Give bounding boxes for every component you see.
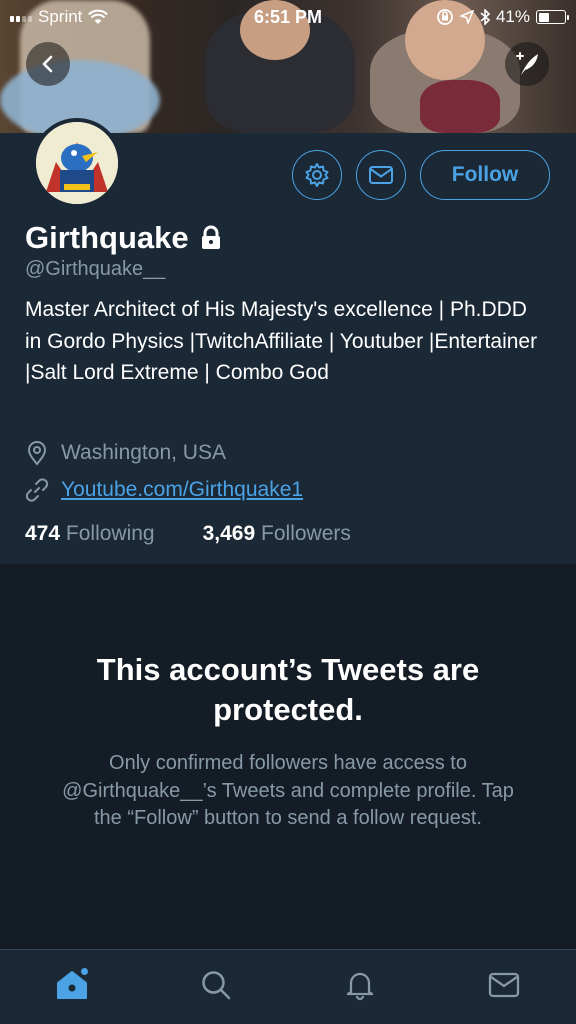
link-icon <box>25 478 49 502</box>
protected-title: This account’s Tweets are protected. <box>96 652 480 727</box>
followers-count: 3,469 <box>202 522 256 545</box>
website-row: Youtube.com/Girthquake1 <box>25 478 303 502</box>
battery-percent: 41% <box>495 7 530 26</box>
status-bar: Sprint 6:51 PM 41% <box>0 0 576 34</box>
followers-label: Followers <box>261 522 351 545</box>
direct-message-button[interactable] <box>356 150 406 200</box>
orientation-lock-icon <box>437 9 453 25</box>
avatar-image <box>36 122 118 204</box>
mail-icon <box>488 972 520 998</box>
bluetooth-icon <box>480 9 490 25</box>
following-count-link[interactable]: 474 Following <box>25 522 155 546</box>
profile-actions: Follow <box>292 150 550 200</box>
profile-header-banner: Sprint 6:51 PM 41% <box>0 0 576 133</box>
bell-icon <box>346 972 374 1001</box>
tab-notifications[interactable] <box>330 955 390 1015</box>
protected-body: Only confirmed followers have access to … <box>62 752 514 829</box>
back-arrow-icon <box>42 55 53 73</box>
following-label: Following <box>65 522 155 545</box>
lock-icon <box>201 225 220 249</box>
home-notification-dot <box>81 968 88 975</box>
following-count: 474 <box>25 522 61 545</box>
protected-tweets-notice: This account’s Tweets are protected. Onl… <box>0 564 576 949</box>
follow-button[interactable]: Follow <box>420 150 550 200</box>
tab-home[interactable] <box>42 955 102 1015</box>
user-handle: @Girthquake__ <box>25 258 166 280</box>
battery-icon <box>536 10 569 24</box>
back-button[interactable] <box>26 42 70 86</box>
avatar[interactable] <box>32 118 122 208</box>
signal-strength-icon <box>10 12 32 22</box>
carrier-label: Sprint <box>38 7 83 26</box>
envelope-icon <box>369 166 393 184</box>
location-text: Washington, USA <box>61 441 226 464</box>
search-icon <box>202 971 231 1000</box>
compose-tweet-button[interactable] <box>505 42 549 86</box>
status-time: 6:51 PM <box>253 6 323 27</box>
tab-search[interactable] <box>186 955 246 1015</box>
wifi-icon <box>88 9 109 24</box>
website-link[interactable]: Youtube.com/Girthquake1 <box>61 478 303 502</box>
compose-tweet-icon <box>516 52 538 75</box>
profile-bio: Master Architect of His Majesty's excell… <box>25 298 538 384</box>
followers-count-link[interactable]: 3,469 Followers <box>203 522 351 546</box>
bottom-tab-bar <box>0 949 576 1024</box>
location-row: Washington, USA <box>25 440 226 466</box>
display-name-row: Girthquake <box>25 220 223 256</box>
location-arrow-icon <box>459 10 474 24</box>
tab-messages[interactable] <box>474 955 534 1015</box>
follow-counts: 474 Following 3,469 Followers <box>25 522 351 546</box>
banner-figure-right-shirt <box>420 80 500 133</box>
gear-icon <box>305 163 329 187</box>
settings-button[interactable] <box>292 150 342 200</box>
location-pin-icon <box>27 441 47 466</box>
display-name: Girthquake <box>25 220 189 255</box>
